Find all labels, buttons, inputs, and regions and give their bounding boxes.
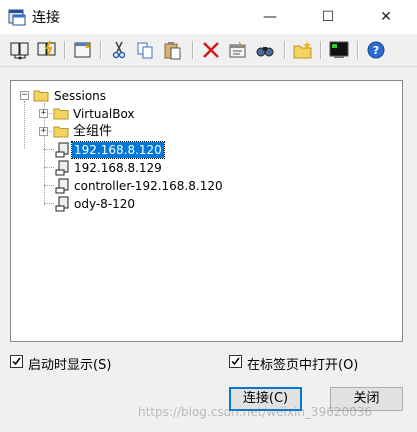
close-window-button[interactable]: ✕ <box>363 0 409 34</box>
cut-icon[interactable] <box>108 39 130 61</box>
tree-node-label: Sessions <box>54 89 107 103</box>
toolbar-separator <box>192 41 194 59</box>
session-icon <box>55 178 71 194</box>
expand-icon[interactable]: + <box>39 109 48 118</box>
check-icon <box>231 357 240 366</box>
copy-icon[interactable] <box>135 39 157 61</box>
toolbar-separator <box>284 41 286 59</box>
watermark-text: https://blog.csdn.net/weixin_39620036 <box>138 405 373 419</box>
folder-icon <box>53 124 69 138</box>
tree-connector <box>44 167 54 168</box>
checkbox-label: 启动时显示(S) <box>28 358 112 373</box>
window-title: 连接 <box>32 10 60 26</box>
help-icon[interactable]: ? <box>365 39 387 61</box>
session-tree[interactable]: − Sessions + VirtualBox + 全组件 192.168.8.… <box>10 80 403 342</box>
quick-connect-icon[interactable] <box>36 39 58 61</box>
minimize-button[interactable]: — <box>247 0 293 34</box>
folder-open-icon <box>33 88 49 102</box>
delete-icon[interactable] <box>200 39 222 61</box>
checkbox-box[interactable] <box>229 355 242 368</box>
terminal-icon[interactable] <box>328 39 350 61</box>
toolbar: ? <box>0 34 417 67</box>
find-icon[interactable] <box>254 39 276 61</box>
toolbar-separator <box>100 41 102 59</box>
new-session-icon[interactable] <box>72 39 94 61</box>
expand-icon[interactable]: + <box>39 127 48 136</box>
toolbar-separator <box>64 41 66 59</box>
tree-connector <box>44 149 54 150</box>
tree-connector <box>44 203 54 204</box>
folder-icon <box>53 106 69 120</box>
svg-text:?: ? <box>373 44 379 57</box>
check-icon <box>12 357 21 366</box>
session-icon <box>55 142 71 158</box>
app-window-icon <box>8 8 26 26</box>
checkbox-box[interactable] <box>10 355 23 368</box>
checkbox-label: 在标签页中打开(O) <box>247 358 359 373</box>
tree-node-label: 192.168.8.129 <box>74 161 162 175</box>
tree-node-label: 全组件 <box>73 124 113 139</box>
tree-node-label: ody-8-120 <box>74 197 136 211</box>
connect-icon[interactable] <box>9 39 31 61</box>
maximize-button[interactable]: ☐ <box>305 0 351 34</box>
properties-icon[interactable] <box>227 39 249 61</box>
tree-node-label-selected: 192.168.8.120 <box>71 141 165 159</box>
paste-icon[interactable] <box>162 39 184 61</box>
tree-connector <box>44 103 45 205</box>
collapse-icon[interactable]: − <box>20 91 29 100</box>
new-folder-icon[interactable] <box>292 39 314 61</box>
session-icon <box>55 160 71 176</box>
tree-node-label: controller-192.168.8.120 <box>74 179 223 193</box>
title-bar: 连接 — ☐ ✕ <box>0 0 417 34</box>
tree-connector <box>44 185 54 186</box>
session-icon <box>55 196 71 212</box>
tree-connector <box>24 101 25 149</box>
tree-node-label: VirtualBox <box>73 107 135 121</box>
toolbar-separator <box>357 41 359 59</box>
toolbar-separator <box>320 41 322 59</box>
